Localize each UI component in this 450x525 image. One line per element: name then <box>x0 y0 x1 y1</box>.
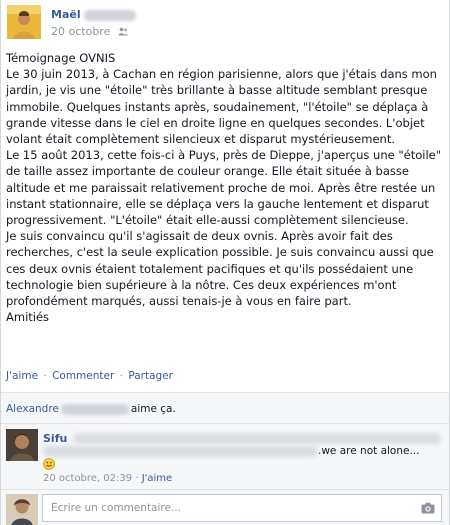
like-link[interactable]: J'aime <box>6 370 38 382</box>
comment-input[interactable] <box>43 495 403 521</box>
divider <box>1 489 449 490</box>
post-date[interactable]: 20 octobre <box>51 25 110 38</box>
redacted-surname <box>60 403 129 415</box>
post-meta: 20 octobre <box>51 25 128 38</box>
separator: · <box>43 370 47 382</box>
divider <box>1 423 449 424</box>
write-comment-box[interactable] <box>42 494 442 522</box>
author-avatar[interactable] <box>7 5 41 39</box>
liker-name[interactable]: Alexandre <box>6 403 59 415</box>
commenter-avatar[interactable] <box>6 429 38 461</box>
facebook-post: Maël 20 octobre Témoignage OVNIS Le 30 j… <box>0 0 450 525</box>
post-body-text: Témoignage OVNIS Le 30 juin 2013, à Cach… <box>6 51 442 325</box>
comment-text-line: .we are not alone... <box>43 445 419 457</box>
author-name[interactable]: Maël <box>51 8 136 21</box>
camera-icon[interactable] <box>421 502 435 514</box>
redacted-comment-text <box>43 445 318 457</box>
friends-icon[interactable] <box>118 27 128 36</box>
separator: · <box>119 370 123 382</box>
post-actions: J'aime · Commenter · Partager <box>6 370 173 382</box>
comment-meta: 20 octobre, 02:39 · J'aime <box>43 473 172 484</box>
likes-suffix: aime ça. <box>130 403 176 415</box>
share-link[interactable]: Partager <box>128 370 173 382</box>
smiley-icon <box>43 458 55 470</box>
likes-sentence: Alexandre aime ça. <box>6 403 176 415</box>
comment-text: .we are not alone... <box>318 445 420 457</box>
redacted-surname <box>83 9 136 21</box>
redacted-comment-text <box>73 433 441 444</box>
comment-link[interactable]: Commenter <box>52 370 114 382</box>
separator: · <box>135 473 139 484</box>
author-name-text[interactable]: Maël <box>51 8 81 21</box>
feedback-section: Alexandre aime ça. Sifu .we are not alone… <box>1 392 449 525</box>
comment-like-link[interactable]: J'aime <box>142 473 173 484</box>
commenter-name[interactable]: Sifu <box>43 432 67 445</box>
comment-time[interactable]: 20 octobre, 02:39 <box>43 473 132 484</box>
viewer-avatar <box>6 494 38 525</box>
